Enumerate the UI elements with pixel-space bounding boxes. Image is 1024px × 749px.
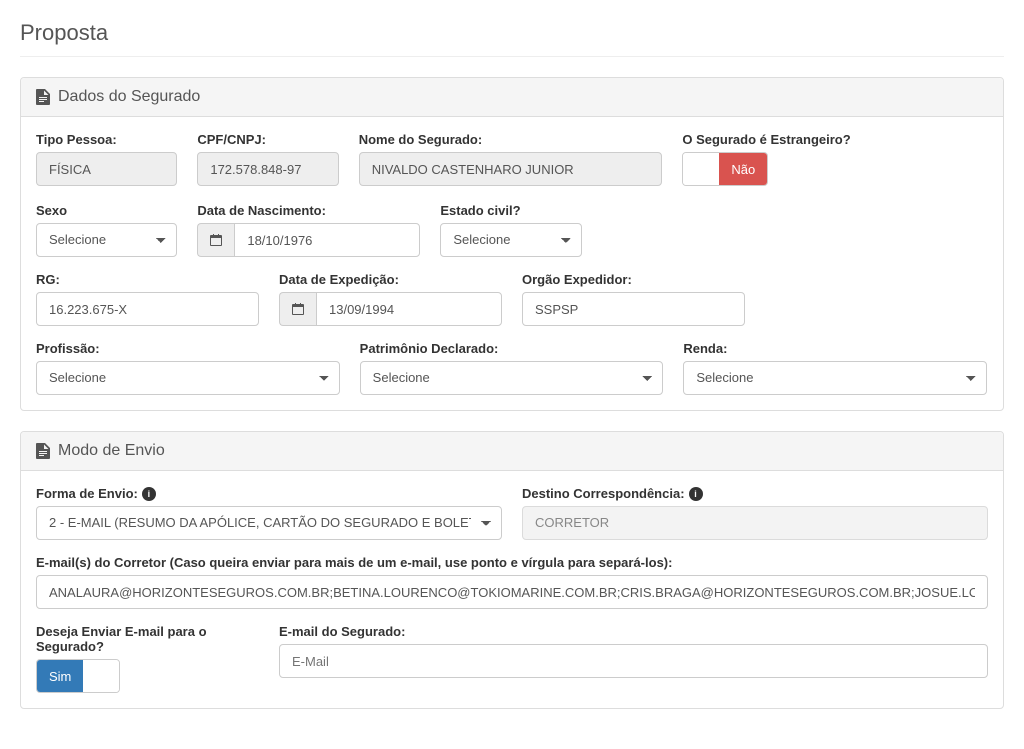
page-title: Proposta	[20, 20, 1004, 46]
destino-label: Destino Correspondência: i	[522, 486, 988, 501]
enviar-segurado-label: Deseja Enviar E-mail para o Segurado?	[36, 624, 259, 654]
renda-select[interactable]: Selecione	[683, 361, 987, 395]
cpf-label: CPF/CNPJ:	[197, 132, 338, 147]
estrangeiro-nao: Não	[719, 153, 767, 185]
cpf-field	[197, 152, 338, 186]
estado-civil-label: Estado civil?	[440, 203, 581, 218]
enviar-segurado-empty	[83, 660, 119, 692]
orgao-field[interactable]	[522, 292, 745, 326]
profissao-label: Profissão:	[36, 341, 340, 356]
panel-segurado: Dados do Segurado Tipo Pessoa: CPF/CNPJ:…	[20, 77, 1004, 411]
destino-select: CORRETOR	[522, 506, 988, 540]
rg-field[interactable]	[36, 292, 259, 326]
estado-civil-select[interactable]: Selecione	[440, 223, 581, 257]
estrangeiro-label: O Segurado é Estrangeiro?	[682, 132, 986, 147]
calendar-icon	[279, 292, 316, 326]
file-icon	[36, 443, 50, 459]
forma-envio-select[interactable]: 2 - E-MAIL (RESUMO DA APÓLICE, CARTÃO DO…	[36, 506, 502, 540]
rg-label: RG:	[36, 272, 259, 287]
emails-corretor-field[interactable]	[36, 575, 988, 609]
patrimonio-select[interactable]: Selecione	[360, 361, 664, 395]
panel-envio-title: Modo de Envio	[58, 442, 165, 460]
emails-corretor-label: E-mail(s) do Corretor (Caso queira envia…	[36, 555, 988, 570]
tipo-pessoa-field	[36, 152, 177, 186]
enviar-segurado-sim: Sim	[37, 660, 83, 692]
expedicao-label: Data de Expedição:	[279, 272, 502, 287]
nascimento-label: Data de Nascimento:	[197, 203, 420, 218]
renda-label: Renda:	[683, 341, 987, 356]
divider	[20, 56, 1004, 57]
estrangeiro-empty	[683, 153, 719, 185]
sexo-select[interactable]: Selecione	[36, 223, 177, 257]
email-segurado-label: E-mail do Segurado:	[279, 624, 988, 639]
panel-envio: Modo de Envio Forma de Envio: i 2 - E-MA…	[20, 431, 1004, 709]
panel-segurado-title: Dados do Segurado	[58, 88, 200, 106]
patrimonio-label: Patrimônio Declarado:	[360, 341, 664, 356]
enviar-segurado-toggle[interactable]: Sim	[36, 659, 120, 693]
estrangeiro-toggle[interactable]: Não	[682, 152, 768, 186]
orgao-label: Orgão Expedidor:	[522, 272, 745, 287]
nome-field	[359, 152, 663, 186]
expedicao-field[interactable]	[316, 292, 502, 326]
panel-segurado-header: Dados do Segurado	[21, 78, 1003, 117]
nome-label: Nome do Segurado:	[359, 132, 663, 147]
nascimento-field[interactable]	[234, 223, 420, 257]
info-icon[interactable]: i	[689, 487, 703, 501]
file-icon	[36, 89, 50, 105]
sexo-label: Sexo	[36, 203, 177, 218]
forma-envio-label: Forma de Envio: i	[36, 486, 502, 501]
profissao-select[interactable]: Selecione	[36, 361, 340, 395]
tipo-pessoa-label: Tipo Pessoa:	[36, 132, 177, 147]
email-segurado-field[interactable]	[279, 644, 988, 678]
info-icon[interactable]: i	[142, 487, 156, 501]
panel-envio-header: Modo de Envio	[21, 432, 1003, 471]
calendar-icon	[197, 223, 234, 257]
